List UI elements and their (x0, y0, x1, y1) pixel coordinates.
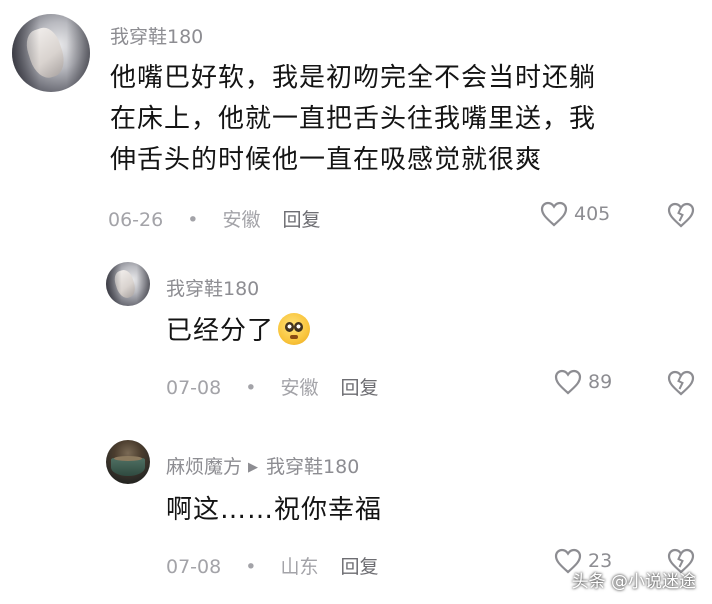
like-button[interactable]: 405 (540, 201, 610, 227)
reply-button[interactable]: 回复 (340, 552, 378, 579)
comment-meta: 07-08 • 安徽 回复 (166, 373, 378, 400)
comment-text: 他嘴巴好软，我是初吻完全不会当时还躺 在床上，他就一直把舌头往我嘴里送，我 伸舌… (110, 58, 700, 181)
comment-text: 啊这……祝你幸福 (166, 495, 383, 525)
author-name[interactable]: 我穿鞋180 (110, 22, 203, 49)
comment-location: 安徽 (280, 377, 319, 399)
like-count: 89 (588, 371, 613, 393)
comment-meta: 07-08 • 山东 回复 (166, 552, 378, 579)
like-button[interactable]: 89 (554, 369, 612, 395)
comment-text: 已经分了 (166, 311, 311, 352)
dislike-button[interactable] (667, 370, 695, 400)
pleading-face-icon (278, 313, 311, 345)
avatar[interactable] (12, 14, 90, 92)
like-count: 405 (574, 203, 611, 225)
reply-button[interactable]: 回复 (282, 205, 320, 232)
comment-date: 07-08 (166, 556, 222, 578)
separator: • (245, 377, 257, 399)
watermark: 头条 @小说迷途 (571, 572, 696, 592)
reply-button[interactable]: 回复 (340, 373, 378, 400)
comment-location: 山东 (280, 556, 319, 578)
avatar[interactable] (106, 262, 150, 306)
comment-line: 在床上，他就一直把舌头往我嘴里送，我 (110, 104, 597, 134)
heart-icon (554, 369, 582, 395)
dislike-button[interactable] (667, 202, 695, 232)
avatar[interactable] (106, 440, 150, 484)
comment-line: 他嘴巴好软，我是初吻完全不会当时还躺 (110, 63, 597, 93)
author-name[interactable]: 我穿鞋180 (166, 274, 259, 301)
comment-date: 07-08 (166, 377, 222, 399)
author-name[interactable]: 麻烦魔方 ▶ 我穿鞋180 (166, 452, 359, 479)
reply-to-name[interactable]: 我穿鞋180 (266, 456, 359, 478)
comment-line: 伸舌头的时候他一直在吸感觉就很爽 (110, 145, 543, 175)
reply-arrow-icon: ▶ (248, 460, 259, 475)
separator: • (245, 556, 257, 578)
broken-heart-icon (667, 202, 695, 228)
comment-date: 06-26 (108, 209, 164, 231)
broken-heart-icon (667, 370, 695, 396)
comment-location: 安徽 (222, 209, 261, 231)
comment-line: 已经分了 (166, 316, 275, 346)
author-name-text: 麻烦魔方 (166, 456, 243, 478)
separator: • (187, 209, 199, 231)
comment-meta: 06-26 • 安徽 回复 (108, 205, 320, 232)
heart-icon (540, 201, 568, 227)
